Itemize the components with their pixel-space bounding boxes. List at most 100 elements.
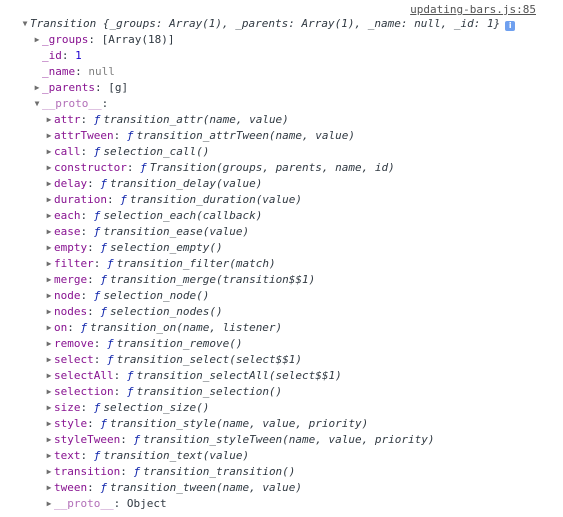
- expand-arrow-icon[interactable]: ▶: [44, 400, 54, 416]
- colon: :: [75, 65, 89, 78]
- method-signature: selection_nodes(): [110, 305, 223, 318]
- property-value: [g]: [108, 81, 129, 94]
- method-row[interactable]: ▶ nodes: ƒ selection_nodes(): [44, 304, 223, 320]
- method-row[interactable]: ▶ delay: ƒ transition_delay(value): [44, 176, 263, 192]
- source-link[interactable]: updating-bars.js:85: [410, 3, 536, 16]
- method-signature: transition_tween(name, value): [110, 481, 303, 494]
- expand-arrow-icon[interactable]: ▶: [44, 496, 54, 512]
- method-row[interactable]: ▶ remove: ƒ transition_remove(): [44, 336, 243, 352]
- function-icon: ƒ: [100, 177, 107, 190]
- property-value: [Array(18)]: [101, 33, 175, 46]
- property-key: _id: [42, 49, 62, 62]
- method-row[interactable]: ▶ styleTween: ƒ transition_styleTween(name…: [44, 432, 435, 448]
- expand-arrow-icon[interactable]: ▶: [44, 480, 54, 496]
- method-row[interactable]: ▶ selection: ƒ transition_selection(): [44, 384, 283, 400]
- method-key: remove: [54, 337, 94, 350]
- expand-arrow-icon[interactable]: ▶: [44, 384, 54, 400]
- function-icon: ƒ: [93, 225, 101, 238]
- method-signature: transition_styleTween(name, value, prior…: [143, 433, 435, 446]
- method-row[interactable]: ▶ tween: ƒ transition_tween(name, value): [44, 480, 302, 496]
- expand-arrow-icon[interactable]: ▶: [44, 352, 54, 368]
- expand-arrow-icon[interactable]: ▶: [44, 224, 54, 240]
- function-icon: ƒ: [93, 113, 101, 126]
- method-row[interactable]: ▶ select: ƒ transition_select(select$$1): [44, 352, 302, 368]
- method-row[interactable]: ▶ each: ƒ selection_each(callback): [44, 208, 263, 224]
- expand-arrow-icon[interactable]: ▶: [44, 432, 54, 448]
- proto-object-row[interactable]: ▶ __proto__: Object: [44, 496, 167, 512]
- collapse-arrow-icon[interactable]: ▼: [32, 96, 42, 112]
- method-row[interactable]: ▶ filter: ƒ transition_filter(match): [44, 256, 276, 272]
- expand-arrow-icon[interactable]: ▶: [44, 272, 54, 288]
- object-summary: Transition {_groups: Array(1), _parents:…: [30, 17, 501, 30]
- proto-row[interactable]: ▼ __proto__:: [32, 96, 109, 112]
- expand-arrow-icon[interactable]: ▶: [32, 32, 42, 48]
- method-row[interactable]: ▶ transition: ƒ transition_transition(): [44, 464, 296, 480]
- method-signature: transition_attr(name, value): [103, 113, 289, 126]
- expand-arrow-icon[interactable]: ▶: [44, 256, 54, 272]
- method-row[interactable]: ▶ ease: ƒ transition_ease(value): [44, 224, 250, 240]
- expand-arrow-icon[interactable]: ▶: [44, 368, 54, 384]
- expand-arrow-icon[interactable]: ▶: [44, 112, 54, 128]
- expand-arrow-icon[interactable]: ▶: [44, 128, 54, 144]
- property-row[interactable]: ▶ _groups: [Array(18)]: [32, 32, 175, 48]
- method-key: constructor: [54, 161, 127, 174]
- colon: :: [80, 289, 94, 302]
- method-signature: transition_duration(value): [129, 193, 303, 206]
- expand-arrow-icon[interactable]: ▶: [32, 80, 42, 96]
- method-signature: transition_selectAll(select$$1): [136, 369, 342, 382]
- method-key: selection: [54, 385, 114, 398]
- expand-arrow-icon[interactable]: ▶: [44, 416, 54, 432]
- expand-arrow-icon[interactable]: ▶: [44, 464, 54, 480]
- property-key: _name: [42, 65, 76, 78]
- colon: :: [93, 353, 107, 366]
- expand-arrow-icon[interactable]: ▶: [44, 320, 54, 336]
- colon: :: [87, 273, 101, 286]
- colon: :: [87, 241, 101, 254]
- info-icon[interactable]: i: [505, 21, 516, 31]
- method-row[interactable]: ▶ call: ƒ selection_call(): [44, 144, 210, 160]
- expand-arrow-icon[interactable]: ▶: [44, 192, 54, 208]
- method-row[interactable]: ▶ selectAll: ƒ transition_selectAll(select…: [44, 368, 342, 384]
- object-summary-row[interactable]: ▼ Transition {_groups: Array(1), _parents…: [20, 16, 516, 32]
- method-row[interactable]: ▶ merge: ƒ transition_merge(transition$$1): [44, 272, 316, 288]
- collapse-arrow-icon[interactable]: ▼: [20, 16, 30, 32]
- expand-arrow-icon: [32, 64, 42, 80]
- expand-arrow-icon[interactable]: ▶: [44, 208, 54, 224]
- expand-arrow-icon[interactable]: ▶: [44, 144, 54, 160]
- method-row[interactable]: ▶ constructor: ƒ Transition(groups, parent…: [44, 160, 395, 176]
- method-key: text: [54, 449, 81, 462]
- expand-arrow-icon[interactable]: ▶: [44, 288, 54, 304]
- expand-arrow-icon[interactable]: ▶: [44, 160, 54, 176]
- expand-arrow-icon[interactable]: ▶: [44, 448, 54, 464]
- method-signature: selection_node(): [103, 289, 210, 302]
- colon: :: [93, 337, 107, 350]
- method-row[interactable]: ▶ size: ƒ selection_size(): [44, 400, 210, 416]
- method-signature: transition_on(name, listener): [90, 321, 283, 334]
- colon: :: [94, 81, 109, 94]
- function-icon: ƒ: [100, 481, 107, 494]
- expand-arrow-icon[interactable]: ▶: [44, 304, 54, 320]
- method-row[interactable]: ▶ node: ƒ selection_node(): [44, 288, 210, 304]
- expand-arrow-icon[interactable]: ▶: [44, 336, 54, 352]
- method-key: selectAll: [54, 369, 114, 382]
- method-row[interactable]: ▶ duration: ƒ transition_duration(value): [44, 192, 302, 208]
- method-row[interactable]: ▶ attr: ƒ transition_attr(name, value): [44, 112, 289, 128]
- method-row[interactable]: ▶ text: ƒ transition_text(value): [44, 448, 250, 464]
- method-key: node: [54, 289, 81, 302]
- method-row[interactable]: ▶ style: ƒ transition_style(name, value, p…: [44, 416, 369, 432]
- property-value: null: [88, 65, 115, 78]
- expand-arrow-icon[interactable]: ▶: [44, 240, 54, 256]
- function-icon: ƒ: [126, 385, 134, 398]
- method-key: tween: [54, 481, 88, 494]
- function-icon: ƒ: [93, 209, 101, 222]
- expand-arrow-icon[interactable]: ▶: [44, 176, 54, 192]
- colon: :: [80, 401, 94, 414]
- colon: :: [67, 321, 81, 334]
- property-row[interactable]: ▶ _parents: [g]: [32, 80, 129, 96]
- method-row[interactable]: ▶ empty: ƒ selection_empty(): [44, 240, 223, 256]
- method-row[interactable]: ▶ attrTween: ƒ transition_attrTween(name, …: [44, 128, 355, 144]
- function-icon: ƒ: [107, 257, 114, 270]
- colon: :: [113, 129, 127, 142]
- method-row[interactable]: ▶ on: ƒ transition_on(name, listener): [44, 320, 283, 336]
- proto-key: __proto__: [54, 497, 114, 510]
